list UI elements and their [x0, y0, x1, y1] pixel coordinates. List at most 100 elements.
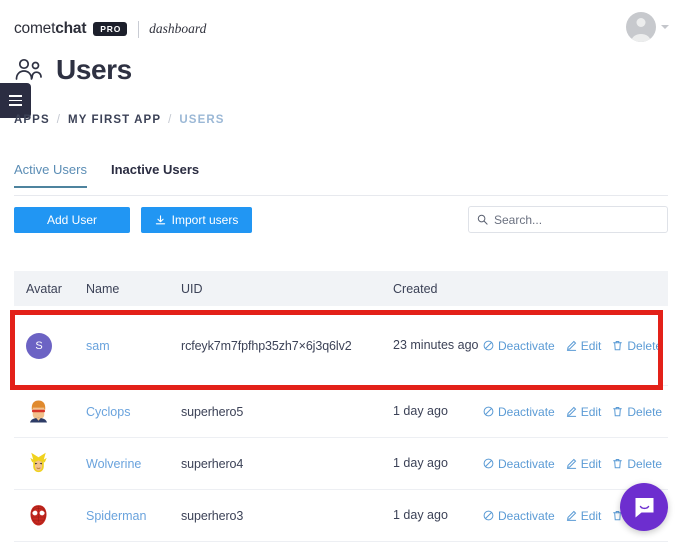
hamburger-icon[interactable] [0, 83, 31, 118]
cell-uid: superhero5 [181, 404, 244, 419]
hamburger-bar [9, 99, 22, 102]
edit-label: Edit [580, 404, 602, 419]
pencil-icon [566, 458, 577, 469]
cell-actions: Deactivate Edit Delete [483, 457, 668, 471]
delete-button[interactable]: Delete [612, 457, 662, 471]
table-row[interactable]: Spiderman superhero3 1 day ago Deactivat… [14, 490, 668, 542]
brand-name-light: comet [14, 20, 56, 37]
cell-created: 23 minutes ago [393, 338, 479, 353]
tab-active-users[interactable]: Active Users [14, 162, 87, 188]
breadcrumb-item-my-first-app[interactable]: MY FIRST APP [68, 114, 161, 126]
breadcrumb-separator: / [56, 114, 62, 126]
breadcrumb-item-users[interactable]: USERS [179, 114, 224, 126]
pencil-icon [566, 510, 577, 521]
user-name-link[interactable]: Spiderman [86, 509, 146, 523]
cell-actions: Deactivate Edit Delete [483, 405, 668, 419]
column-header-created: Created [393, 281, 438, 296]
edit-button[interactable]: Edit [566, 508, 602, 523]
deactivate-button[interactable]: Deactivate [483, 405, 555, 419]
page-title: Users [56, 54, 132, 85]
import-users-label: Import users [171, 213, 239, 227]
cell-name: Spiderman [86, 509, 181, 523]
pencil-icon [566, 406, 577, 417]
user-tabs: Active Users Inactive Users [14, 162, 668, 196]
column-header-avatar: Avatar [26, 281, 62, 296]
cell-actions: Deactivate Edit Delete [483, 339, 668, 353]
top-bar: cometchat PRO dashboard [0, 0, 682, 52]
deactivate-button[interactable]: Deactivate [483, 509, 555, 523]
deactivate-button[interactable]: Deactivate [483, 339, 555, 353]
logo-divider [138, 20, 140, 38]
chat-bubble-icon [632, 495, 657, 520]
cell-created: 1 day ago [393, 508, 448, 523]
chevron-down-icon[interactable] [661, 25, 669, 29]
download-icon [155, 214, 166, 226]
chat-widget-button[interactable] [620, 483, 668, 531]
avatar [26, 399, 86, 424]
user-avatar-icon[interactable] [626, 12, 656, 42]
breadcrumb-item-apps[interactable]: APPS [14, 114, 50, 126]
pencil-icon [566, 340, 577, 351]
pro-badge: PRO [93, 22, 128, 36]
table-row[interactable]: Wolverine superhero4 1 day ago Deactivat… [14, 438, 668, 490]
cell-created: 1 day ago [393, 404, 448, 419]
search-icon [477, 214, 488, 225]
tab-inactive-users[interactable]: Inactive Users [111, 162, 199, 187]
user-name-link[interactable]: Wolverine [86, 457, 141, 471]
page-header: Users [14, 56, 132, 84]
cell-avatar [14, 451, 86, 476]
cell-name: Wolverine [86, 457, 181, 471]
edit-label: Edit [580, 508, 602, 523]
avatar [26, 503, 86, 528]
edit-button[interactable]: Edit [566, 404, 602, 419]
brand-name-bold: chat [55, 20, 87, 37]
search-input[interactable] [494, 212, 659, 227]
trash-icon [612, 458, 623, 469]
edit-label: Edit [580, 456, 602, 471]
cell-name: sam [86, 339, 181, 353]
users-icon [14, 57, 44, 83]
user-account-menu[interactable] [626, 12, 669, 42]
user-name-link[interactable]: sam [86, 339, 110, 353]
table-row[interactable]: Cyclops superhero5 1 day ago Deactivate … [14, 386, 668, 438]
product-label: dashboard [149, 21, 207, 36]
deactivate-button[interactable]: Deactivate [483, 457, 555, 471]
column-header-name: Name [86, 281, 120, 296]
cell-avatar [14, 503, 86, 528]
cell-avatar: S [14, 332, 86, 359]
import-users-button[interactable]: Import users [141, 207, 252, 233]
cell-uid: superhero3 [181, 508, 244, 523]
search-box[interactable] [468, 206, 668, 233]
users-table: Avatar Name UID Created S sam rcfeyk7m7f… [14, 271, 668, 542]
delete-label: Delete [627, 338, 663, 353]
deactivate-label: Deactivate [498, 338, 555, 353]
delete-button[interactable]: Delete [612, 339, 662, 353]
delete-button[interactable]: Delete [612, 405, 662, 419]
trash-icon [612, 340, 623, 351]
edit-button[interactable]: Edit [566, 456, 602, 471]
add-user-button[interactable]: Add User [14, 207, 130, 233]
avatar [26, 451, 86, 476]
cell-uid: superhero4 [181, 456, 244, 471]
cell-avatar [14, 399, 86, 424]
cell-uid: rcfeyk7m7fpfhp35zh7×6j3q6lv2 [181, 338, 352, 353]
table-row[interactable]: S sam rcfeyk7m7fpfhp35zh7×6j3q6lv2 23 mi… [14, 306, 668, 386]
edit-label: Edit [580, 338, 602, 353]
hamburger-bar [9, 95, 22, 97]
deactivate-label: Deactivate [498, 404, 555, 419]
ban-icon [483, 406, 494, 417]
table-toolbar: Add User Import users [14, 206, 668, 234]
trash-icon [612, 406, 623, 417]
ban-icon [483, 340, 494, 351]
user-name-link[interactable]: Cyclops [86, 405, 130, 419]
deactivate-label: Deactivate [498, 456, 555, 471]
column-header-uid: UID [181, 281, 203, 296]
edit-button[interactable]: Edit [566, 338, 602, 353]
deactivate-label: Deactivate [498, 508, 555, 523]
hamburger-bar [9, 104, 22, 106]
brand-logo[interactable]: cometchat PRO dashboard [14, 20, 206, 38]
delete-label: Delete [627, 404, 663, 419]
breadcrumb-separator: / [168, 114, 173, 126]
ban-icon [483, 510, 494, 521]
breadcrumb: APPS / MY FIRST APP / USERS [14, 114, 225, 126]
